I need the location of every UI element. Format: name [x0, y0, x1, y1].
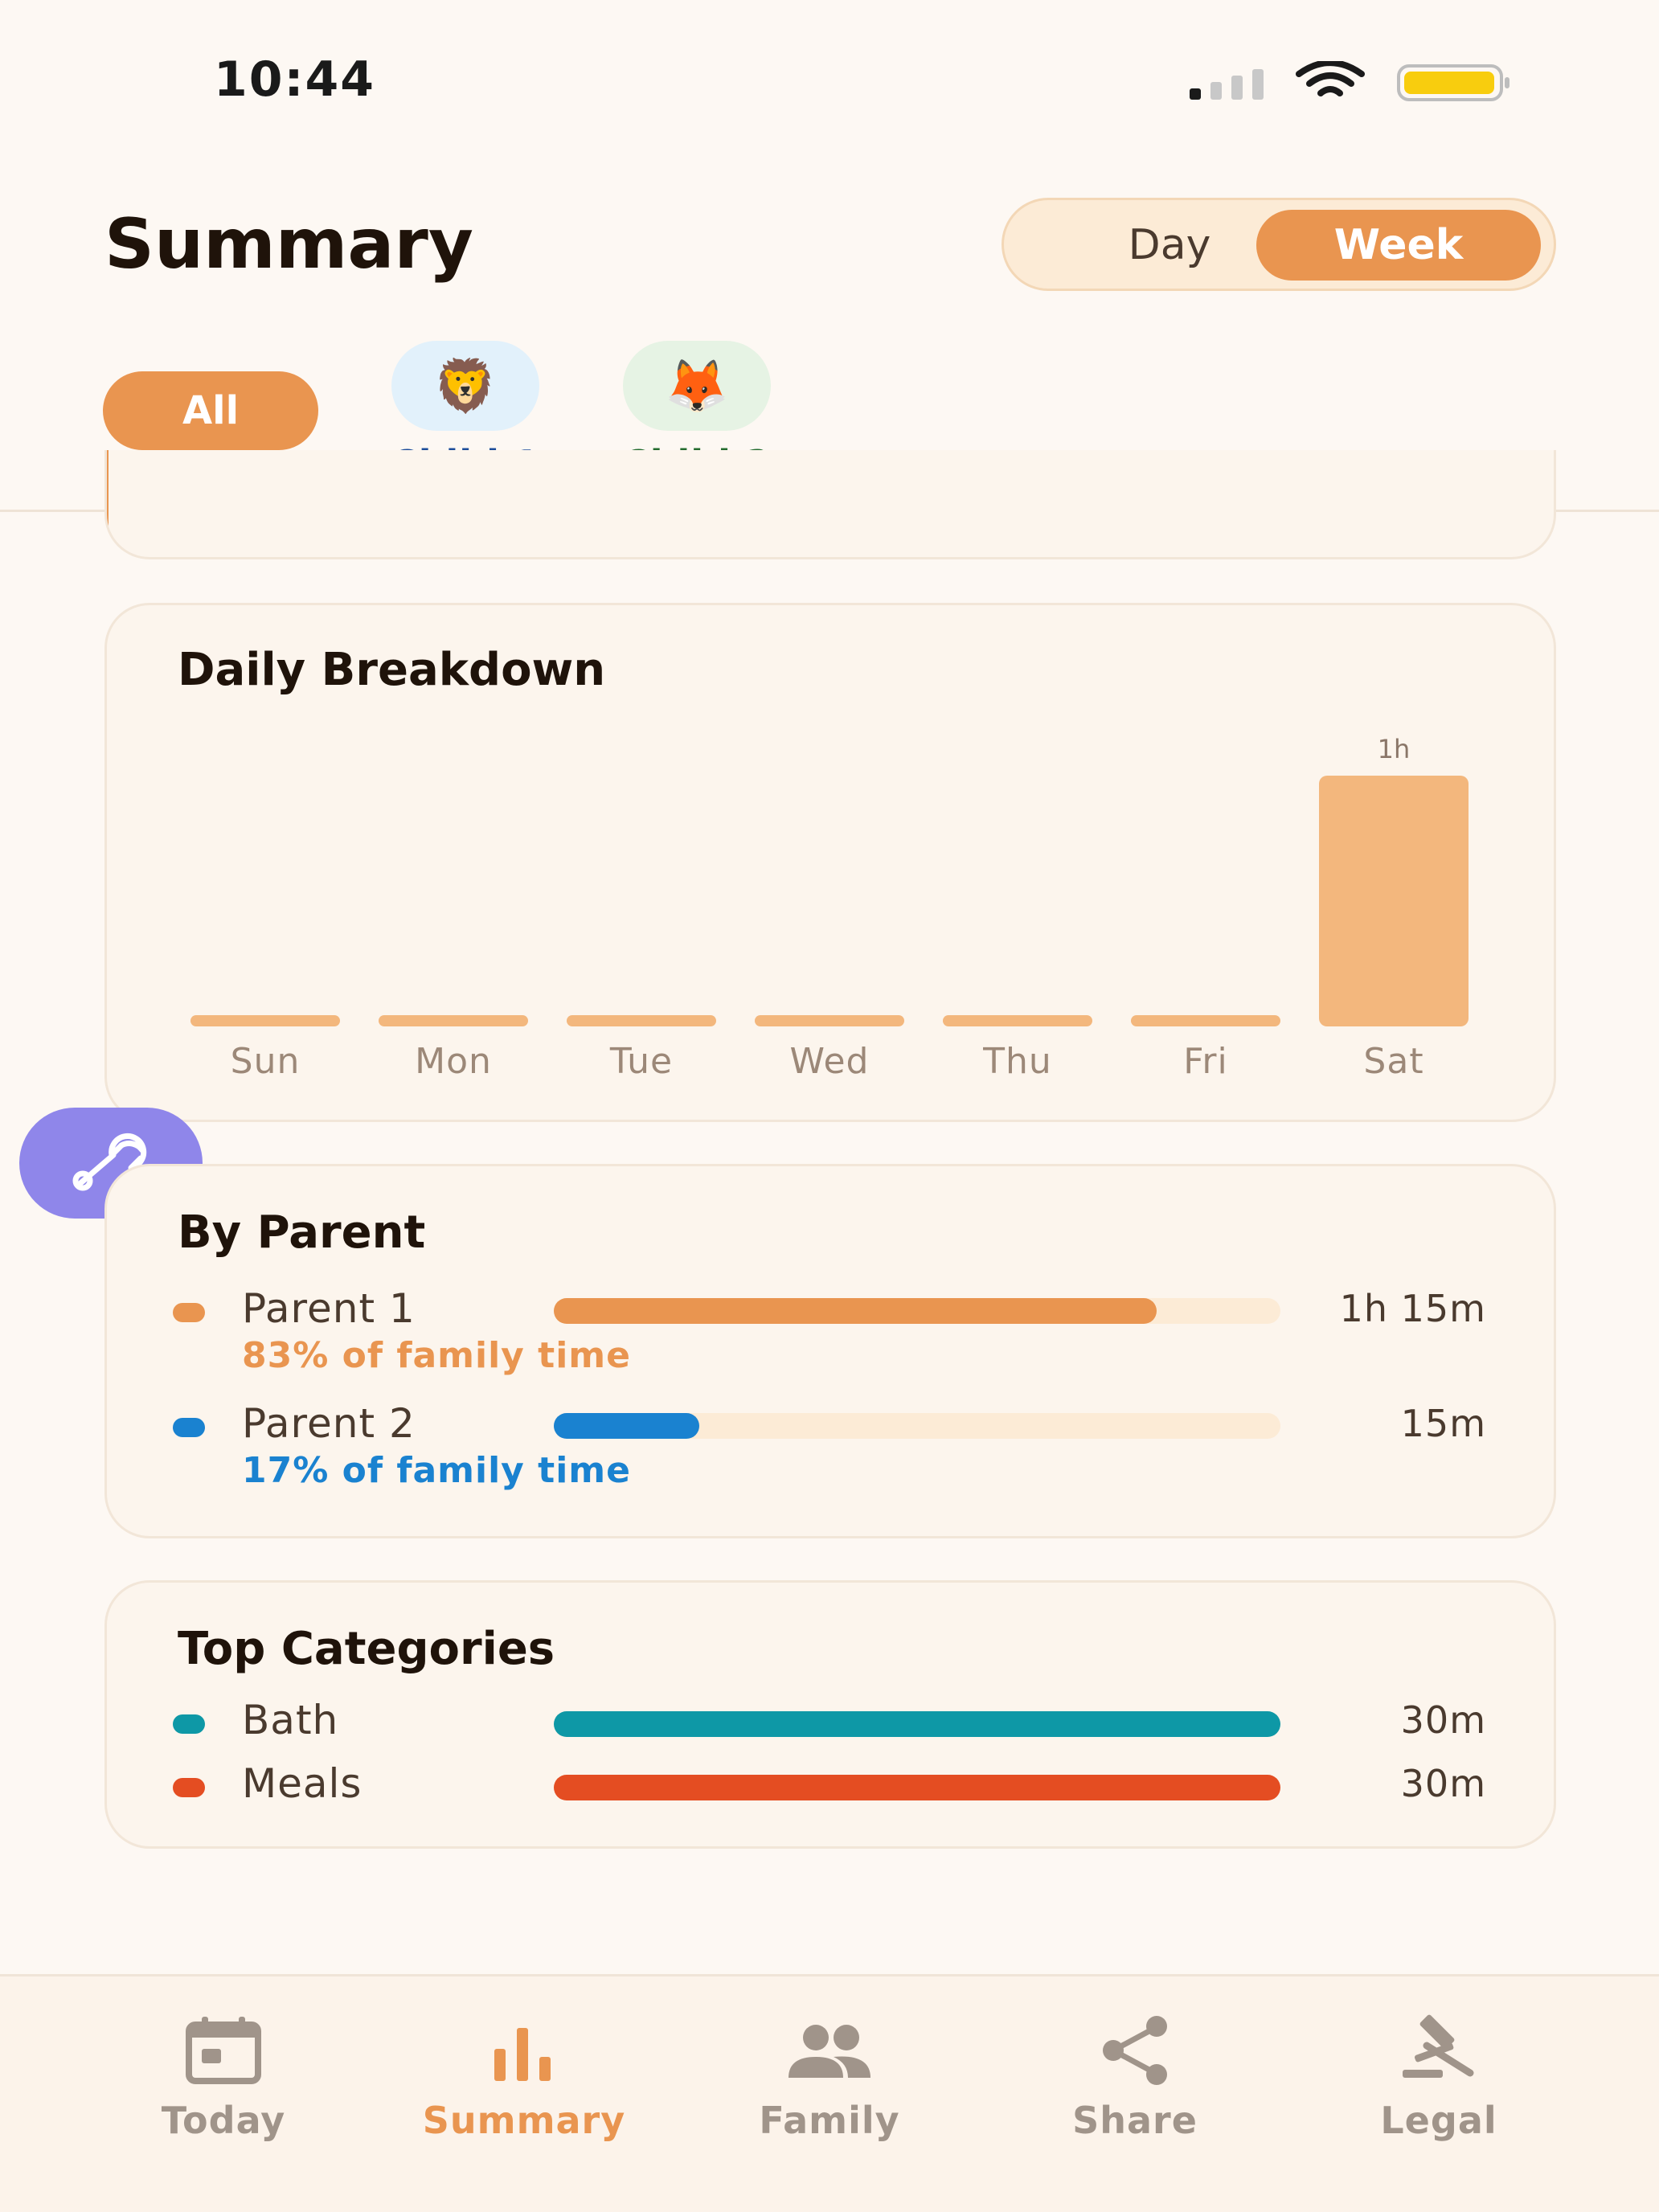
tab-summary[interactable]: Summary [403, 2013, 645, 2142]
top-categories-card: Top Categories Bath 30m Meals 30m [104, 1580, 1556, 1849]
share-icon [1103, 2016, 1167, 2085]
category-meals-dot [173, 1778, 205, 1797]
category-bath-bar-fill [554, 1711, 1280, 1737]
card-accent [107, 450, 131, 557]
day-label-tue: Tue [609, 1041, 674, 1082]
day-label-thu: Thu [983, 1041, 1052, 1082]
daily-bar-sat [1319, 776, 1469, 1026]
daily-bar-wed [755, 1015, 904, 1026]
fox-avatar-icon: 🦊 [623, 341, 771, 431]
daily-bar-mon [379, 1015, 528, 1026]
parent-1-value: 1h 15m [1339, 1287, 1486, 1330]
day-label-fri: Fri [1183, 1041, 1228, 1082]
bar-chart-icon [494, 2028, 551, 2081]
gavel-icon [1403, 2014, 1474, 2078]
category-meals-value: 30m [1400, 1762, 1486, 1805]
category-meals-label: Meals [242, 1760, 363, 1807]
category-meals-bar-track [554, 1775, 1280, 1800]
tab-legal[interactable]: Legal [1318, 2013, 1559, 2142]
category-meals-bar-fill [554, 1775, 1280, 1800]
daily-bar-fri [1131, 1015, 1280, 1026]
parent-1-label: Parent 1 [242, 1285, 416, 1332]
top-categories-title: Top Categories [178, 1623, 555, 1675]
daily-bar-tue [567, 1015, 716, 1026]
tab-today-label: Today [161, 2099, 286, 2142]
summary-screen: 10:44 Summary Day Week All 🦁 Child 1 🦊 C… [0, 0, 1659, 2212]
day-label-sat: Sat [1363, 1041, 1424, 1082]
category-bath-label: Bath [242, 1697, 339, 1743]
daily-breakdown-title: Daily Breakdown [178, 644, 606, 696]
tab-today[interactable]: Today [103, 2013, 344, 2142]
tab-family[interactable]: Family [709, 2013, 950, 2142]
calendar-icon [186, 2017, 261, 2084]
filter-all-chip[interactable]: All [103, 371, 318, 450]
cellular-signal-icon [1190, 69, 1264, 100]
period-toggle: Day Week [1002, 198, 1556, 291]
daily-bar-value-sat: 1h [1377, 734, 1411, 764]
battery-icon [1397, 64, 1509, 101]
day-label-sun: Sun [230, 1041, 301, 1082]
tab-share[interactable]: Share [1014, 2013, 1256, 2142]
parent-1-bar-fill [554, 1298, 1157, 1324]
parent-1-share: 83% of family time [242, 1335, 631, 1376]
category-bath-value: 30m [1400, 1698, 1486, 1742]
parent-2-share: 17% of family time [242, 1450, 631, 1491]
category-bath-bar-track [554, 1711, 1280, 1737]
parent-2-bar-fill [554, 1413, 699, 1439]
status-time: 10:44 [214, 51, 375, 108]
tab-family-label: Family [759, 2099, 900, 2142]
by-parent-title: By Parent [178, 1206, 426, 1259]
page-title: Summary [104, 204, 473, 285]
tab-summary-label: Summary [422, 2099, 626, 2142]
parent-1-bar-track [554, 1298, 1280, 1324]
tab-legal-label: Legal [1380, 2099, 1497, 2142]
daily-bar-thu [943, 1015, 1092, 1026]
parent-2-dot [173, 1418, 205, 1437]
tab-share-label: Share [1072, 2099, 1198, 2142]
week-toggle-button[interactable]: Week [1256, 210, 1541, 281]
bottom-tab-bar: Today Summary Family Share Legal [0, 1974, 1659, 2212]
lion-avatar-icon: 🦁 [391, 341, 539, 431]
category-bath-dot [173, 1714, 205, 1734]
by-parent-card: By Parent Parent 1 1h 15m 83% of family … [104, 1164, 1556, 1538]
daily-breakdown-card: Daily Breakdown Sun Mon Tue Wed Thu Fri 1h Sat [104, 603, 1556, 1122]
scrolled-card [104, 450, 1556, 559]
parent-2-value: 15m [1400, 1402, 1486, 1445]
day-label-wed: Wed [789, 1041, 870, 1082]
wifi-icon [1296, 61, 1365, 96]
people-icon [789, 2025, 870, 2078]
day-label-mon: Mon [415, 1041, 492, 1082]
parent-2-label: Parent 2 [242, 1400, 416, 1447]
daily-bar-sun [190, 1015, 340, 1026]
parent-2-bar-track [554, 1413, 1280, 1439]
parent-1-dot [173, 1303, 205, 1322]
